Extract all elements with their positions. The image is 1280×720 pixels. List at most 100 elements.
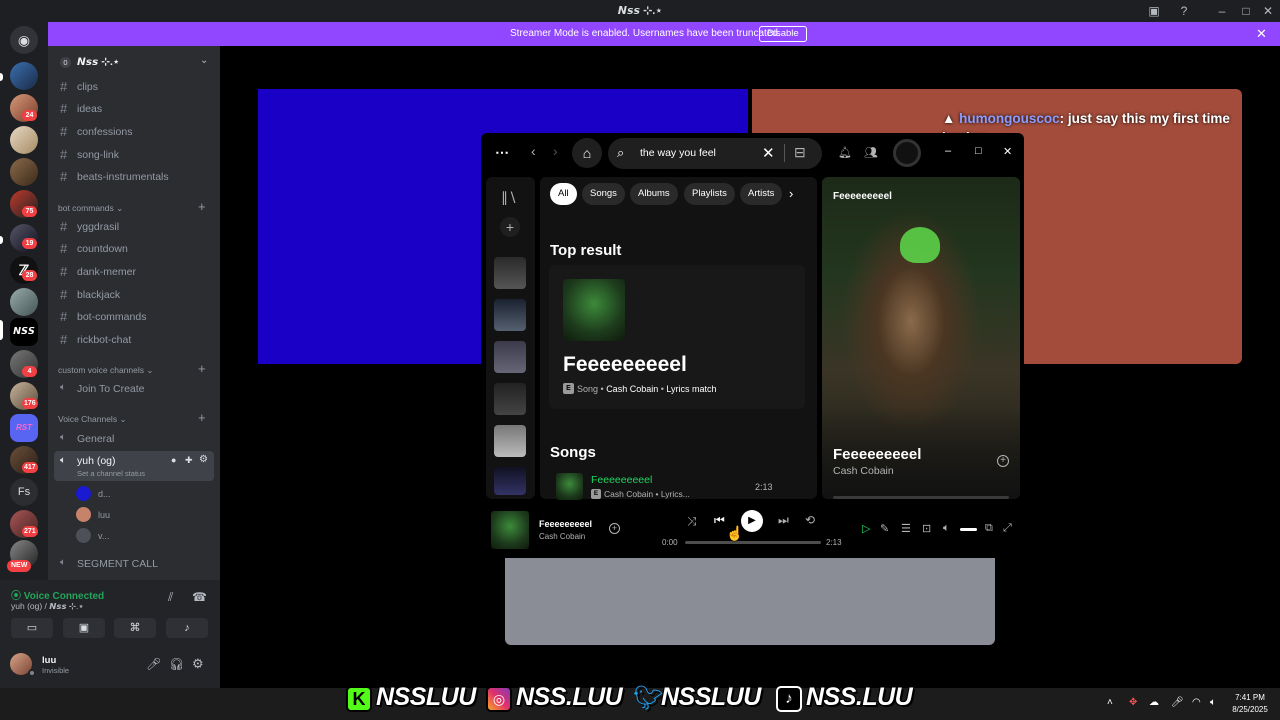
channel-item[interactable]: # blackjack	[48, 284, 220, 304]
server-icon[interactable]: Fs	[10, 478, 38, 506]
progress-bar[interactable]	[685, 541, 821, 544]
song-row[interactable]: Feeeeeeeeel E Cash Cobain • Lyrics... 2:…	[550, 470, 806, 500]
camera-button[interactable]: ▭	[11, 618, 53, 638]
library-icon[interactable]: ∥∖	[501, 189, 517, 206]
fullscreen-icon[interactable]: ⤢	[1003, 522, 1012, 535]
banner-close-icon[interactable]: ✕	[1256, 26, 1267, 42]
add-channel-icon[interactable]: +	[198, 361, 206, 376]
screen-share-button[interactable]: ▣	[63, 618, 105, 638]
soundboard-button[interactable]: ♪	[166, 618, 208, 638]
stream-tile[interactable]	[505, 555, 995, 645]
disconnect-icon[interactable]: ☎	[192, 590, 207, 604]
voice-location[interactable]: yuh (og) / 𝙉𝙨𝙨 ⊹.⋆	[11, 601, 84, 612]
chevron-down-icon[interactable]: ⌄	[200, 55, 208, 66]
add-channel-icon[interactable]: +	[198, 410, 206, 425]
inbox-icon[interactable]: ▣	[1146, 3, 1162, 19]
minimize-icon[interactable]: –	[945, 145, 951, 157]
microphone-icon[interactable]: 🎤︎	[1171, 697, 1184, 708]
filter-artists[interactable]: Artists	[740, 183, 783, 205]
channel-item[interactable]: # countdown	[48, 238, 220, 258]
channel-item[interactable]: # yggdrasil	[48, 216, 220, 236]
headphones-icon[interactable]: 🎧︎	[169, 657, 184, 671]
channel-item[interactable]: # dank-memer	[48, 261, 220, 281]
voice-channel-item[interactable]: 🔈︎ General	[48, 428, 220, 448]
friends-icon[interactable]: 👥︎	[864, 146, 878, 159]
channel-item[interactable]: # rickbot-chat	[48, 329, 220, 349]
menu-icon[interactable]: ⋯	[495, 144, 509, 161]
repeat-icon[interactable]: ⟲	[805, 513, 815, 527]
chat-icon[interactable]: ●	[171, 455, 176, 465]
active-voice-channel[interactable]: 🔈︎ yuh (og) Set a channel status ● ✚ ⚙	[54, 451, 214, 481]
library-item-thumb[interactable]	[494, 341, 526, 373]
server-name[interactable]: 𝙉𝙨𝙨 ⊹.⋆	[77, 56, 120, 68]
top-result-card[interactable]: Feeeeeeeeel E Song • Cash Cobain • Lyric…	[549, 265, 805, 409]
home-icon[interactable]: ⌂	[572, 138, 602, 168]
activity-button[interactable]: ⌘	[114, 618, 156, 638]
chevron-right-icon[interactable]: ›	[789, 186, 793, 201]
devices-icon[interactable]: ⊡	[922, 522, 931, 535]
channel-item[interactable]: # beats-instrumentals	[48, 166, 220, 186]
library-item-thumb[interactable]	[494, 257, 526, 289]
cloud-icon[interactable]: ☁	[1149, 697, 1159, 708]
category-voice-channels[interactable]: Voice Channels ⌄	[58, 414, 127, 425]
library-item-thumb[interactable]	[494, 299, 526, 331]
bell-icon[interactable]: 🔔︎	[838, 146, 852, 159]
browse-icon[interactable]: ⊟	[794, 144, 806, 161]
selected-server-icon[interactable]: 𝙉𝙎𝙎	[10, 318, 38, 346]
microphone-icon[interactable]: 🎤︎	[146, 657, 161, 671]
player-title[interactable]: Feeeeeeeeel	[539, 519, 592, 529]
minimize-icon[interactable]: –	[1214, 3, 1230, 19]
server-icon[interactable]	[10, 126, 38, 154]
category-bot-commands[interactable]: bot commands ⌄	[58, 203, 123, 214]
gear-icon[interactable]: ⚙	[199, 454, 208, 465]
invite-icon[interactable]: ✚	[185, 455, 193, 466]
speaker-icon[interactable]: 🔈︎	[1210, 697, 1216, 708]
search-input[interactable]: ⌕ the way you feel ✕ ⊟	[608, 138, 822, 169]
lyrics-icon[interactable]: ✎	[880, 522, 889, 535]
player-artist[interactable]: Cash Cobain	[539, 532, 585, 541]
server-icon[interactable]	[10, 158, 38, 186]
voice-channel-item[interactable]: 🔈︎ Join To Create	[48, 378, 220, 398]
miniplayer-icon[interactable]: ⧉	[985, 522, 993, 535]
tray-chevron-icon[interactable]: ˄	[1107, 697, 1113, 708]
clear-icon[interactable]: ✕	[762, 144, 775, 162]
filter-all[interactable]: All	[550, 183, 577, 205]
shuffle-icon[interactable]: ⤨	[687, 514, 697, 529]
tray-app-icon[interactable]: ✥	[1129, 697, 1137, 708]
create-icon[interactable]: +	[500, 217, 520, 237]
clock-date[interactable]: 8/25/2025	[1226, 705, 1274, 714]
back-icon[interactable]: ‹	[531, 143, 536, 159]
voice-user[interactable]: d...	[98, 489, 111, 499]
maximize-icon[interactable]: □	[975, 145, 982, 157]
add-channel-icon[interactable]: +	[198, 199, 206, 214]
channel-item[interactable]: # confessions	[48, 121, 220, 141]
previous-icon[interactable]: ⏮︎	[714, 513, 725, 528]
add-icon[interactable]: +	[997, 455, 1009, 467]
volume-slider[interactable]	[960, 528, 977, 531]
add-to-library-icon[interactable]: +	[609, 523, 620, 534]
server-icon[interactable]	[10, 288, 38, 316]
library-item-thumb[interactable]	[494, 425, 526, 457]
server-icon[interactable]: RST	[10, 414, 38, 442]
player-art[interactable]	[491, 511, 529, 549]
channel-item[interactable]: # bot-commands	[48, 306, 220, 326]
queue-icon[interactable]: ☰	[901, 522, 911, 535]
close-icon[interactable]: ✕	[1003, 145, 1012, 158]
filter-songs[interactable]: Songs	[582, 183, 625, 205]
wifi-icon[interactable]: ◠	[1192, 697, 1201, 708]
channel-item[interactable]: # song-link	[48, 144, 220, 164]
library-item-thumb[interactable]	[494, 383, 526, 415]
now-playing-view-icon[interactable]: ▷	[862, 522, 870, 535]
noise-suppression-icon[interactable]: ⫽	[168, 590, 173, 605]
channel-item[interactable]: # clips	[48, 76, 220, 96]
maximize-icon[interactable]: □	[1238, 3, 1254, 19]
clock-time[interactable]: 7:41 PM	[1230, 693, 1270, 702]
play-button[interactable]: ▶	[741, 510, 763, 532]
gear-icon[interactable]: ⚙	[192, 656, 204, 672]
channel-status[interactable]: Set a channel status	[77, 469, 145, 478]
library-item-thumb[interactable]	[494, 467, 526, 495]
channel-item[interactable]: # ideas	[48, 98, 220, 118]
help-icon[interactable]: ?	[1176, 3, 1192, 19]
next-icon[interactable]: ⏭︎	[778, 513, 789, 528]
volume-icon[interactable]: 🔈︎	[943, 522, 950, 535]
